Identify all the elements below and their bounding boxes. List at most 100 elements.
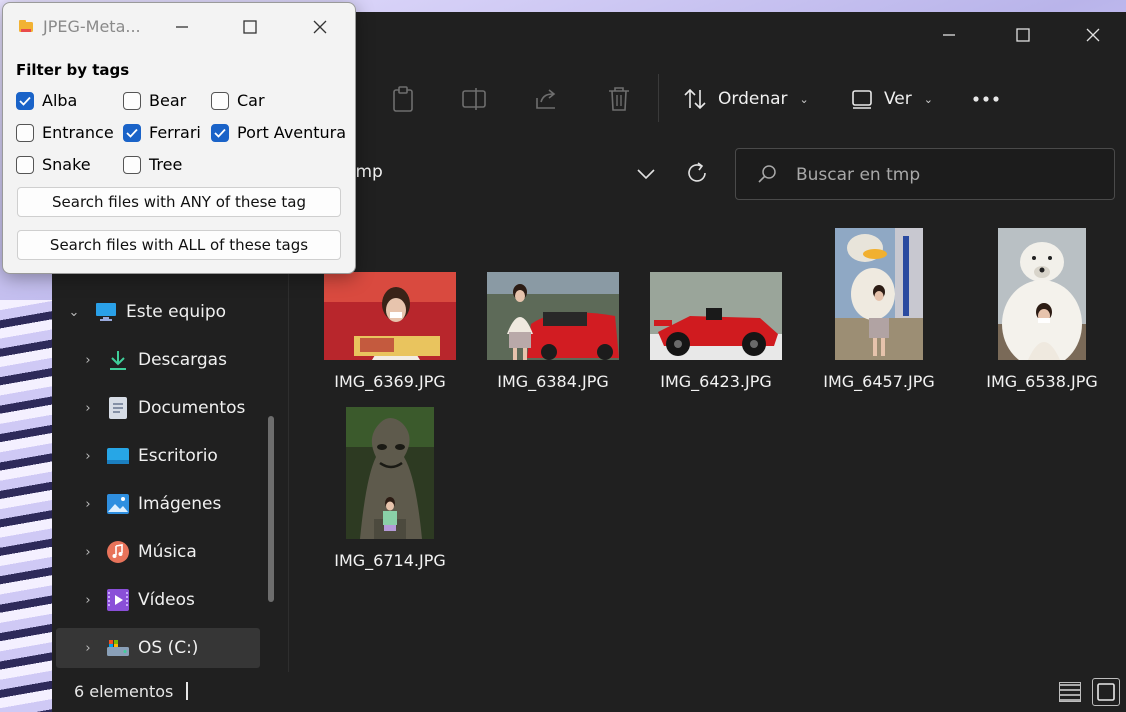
checkbox[interactable] xyxy=(16,155,34,174)
tag-checkbox-car[interactable]: Car xyxy=(211,91,265,110)
nav-item-este-equipo[interactable]: ⌄ Este equipo xyxy=(66,292,274,332)
chevron-right-icon[interactable]: › xyxy=(80,449,96,464)
drive-icon xyxy=(106,636,130,660)
checkbox[interactable] xyxy=(16,91,34,110)
search-any-tags-button[interactable]: Search files with ANY of these tag xyxy=(17,187,341,217)
checkbox[interactable] xyxy=(123,91,141,110)
tag-checkbox-tree[interactable]: Tree xyxy=(123,155,182,174)
address-history-chevron-icon[interactable] xyxy=(634,162,658,186)
view-icon xyxy=(852,90,872,109)
tag-checkbox-entrance[interactable]: Entrance xyxy=(16,123,114,142)
checkmark-icon xyxy=(126,128,138,138)
file-name[interactable]: IMG_6457.JPG xyxy=(794,372,964,391)
rename-button[interactable] xyxy=(458,82,492,116)
checkbox[interactable] xyxy=(211,91,229,110)
minimize-icon xyxy=(176,26,188,28)
file-thumbnail[interactable] xyxy=(650,272,782,360)
nav-item-imagenes[interactable]: › Imágenes xyxy=(80,484,288,524)
search-input[interactable] xyxy=(794,161,1098,189)
nav-item-label: Descargas xyxy=(138,350,227,370)
item-count: 6 elementos xyxy=(74,682,174,701)
view-label: Ver xyxy=(884,89,912,109)
chevron-right-icon[interactable]: › xyxy=(80,641,96,656)
share-button[interactable] xyxy=(530,82,564,116)
tag-filter-dialog: JPEG-Meta... Filter by tags Alba Bear Ca… xyxy=(2,2,356,274)
refresh-icon[interactable] xyxy=(684,160,710,186)
close-icon xyxy=(1086,28,1100,42)
tag-label: Port Aventura xyxy=(237,123,347,142)
file-name[interactable]: IMG_6384.JPG xyxy=(468,372,638,391)
download-icon xyxy=(106,348,130,372)
music-icon xyxy=(106,540,130,564)
large-icons-view-button[interactable] xyxy=(1092,678,1120,706)
nav-item-documentos[interactable]: › Documentos xyxy=(80,388,288,428)
document-icon xyxy=(106,396,130,420)
tag-label: Alba xyxy=(42,91,78,110)
more-options-button[interactable] xyxy=(972,82,1000,116)
nav-item-os-c[interactable]: › OS (C:) xyxy=(56,628,260,668)
checkbox[interactable] xyxy=(16,123,34,142)
nav-item-descargas[interactable]: › Descargas xyxy=(80,340,288,380)
chevron-down-icon[interactable]: ⌄ xyxy=(66,305,82,320)
file-name[interactable]: IMG_6423.JPG xyxy=(631,372,801,391)
chevron-right-icon[interactable]: › xyxy=(80,401,96,416)
nav-item-label: Música xyxy=(138,542,197,562)
nav-item-label: Este equipo xyxy=(126,302,227,322)
tag-checkbox-port-aventura[interactable]: Port Aventura xyxy=(211,123,346,142)
dialog-maximize-button[interactable] xyxy=(227,11,273,43)
share-icon xyxy=(536,89,556,109)
chevron-right-icon[interactable]: › xyxy=(80,593,96,608)
search-box[interactable] xyxy=(735,148,1115,200)
chevron-right-icon[interactable]: › xyxy=(80,353,96,368)
file-thumbnail[interactable] xyxy=(998,228,1086,360)
rename-icon xyxy=(462,88,486,110)
checkbox[interactable] xyxy=(211,123,229,142)
dialog-close-button[interactable] xyxy=(297,11,343,43)
tag-label: Snake xyxy=(42,155,91,174)
nav-scrollbar-thumb[interactable] xyxy=(268,416,274,602)
desktop-icon xyxy=(106,444,130,468)
minimize-button[interactable] xyxy=(926,18,972,52)
large-icons-view-icon xyxy=(1097,683,1115,701)
chevron-right-icon[interactable]: › xyxy=(80,545,96,560)
nav-item-label: Imágenes xyxy=(138,494,222,514)
sort-label: Ordenar xyxy=(718,89,788,109)
dialog-minimize-button[interactable] xyxy=(159,11,205,43)
sort-button[interactable]: Ordenar ⌄ xyxy=(682,82,809,116)
view-button[interactable]: Ver ⌄ xyxy=(850,82,933,116)
file-thumbnail[interactable] xyxy=(487,272,619,360)
close-button[interactable] xyxy=(1070,18,1116,52)
filter-heading: Filter by tags xyxy=(16,61,130,79)
tag-checkbox-snake[interactable]: Snake xyxy=(16,155,91,174)
search-all-tags-button[interactable]: Search files with ALL of these tags xyxy=(17,230,341,260)
file-name[interactable]: IMG_6369.JPG xyxy=(305,372,475,391)
tag-label: Tree xyxy=(149,155,183,174)
tag-checkbox-ferrari[interactable]: Ferrari xyxy=(123,123,201,142)
maximize-icon xyxy=(1016,28,1030,42)
paste-button[interactable] xyxy=(386,82,420,116)
nav-item-musica[interactable]: › Música xyxy=(80,532,288,572)
checkbox[interactable] xyxy=(123,155,141,174)
tag-label: Car xyxy=(237,91,265,110)
tag-label: Entrance xyxy=(42,123,114,142)
checkbox[interactable] xyxy=(123,123,141,142)
file-thumbnail[interactable] xyxy=(835,228,923,360)
chevron-right-icon[interactable]: › xyxy=(80,497,96,512)
maximize-button[interactable] xyxy=(1000,18,1046,52)
computer-icon xyxy=(94,300,118,324)
file-name[interactable]: IMG_6714.JPG xyxy=(305,551,475,570)
nav-item-videos[interactable]: › Vídeos xyxy=(80,580,288,620)
file-name[interactable]: IMG_6538.JPG xyxy=(957,372,1126,391)
chevron-down-icon: ⌄ xyxy=(799,92,809,106)
chevron-down-icon: ⌄ xyxy=(923,92,933,106)
details-view-button[interactable] xyxy=(1056,678,1084,706)
nav-item-escritorio[interactable]: › Escritorio xyxy=(80,436,288,476)
tag-checkbox-bear[interactable]: Bear xyxy=(123,91,186,110)
file-thumbnail[interactable] xyxy=(346,407,434,539)
trash-icon xyxy=(609,87,629,111)
tag-checkbox-alba[interactable]: Alba xyxy=(16,91,77,110)
tag-label: Bear xyxy=(149,91,187,110)
delete-button[interactable] xyxy=(602,82,636,116)
file-thumbnail[interactable] xyxy=(324,272,456,360)
close-icon xyxy=(313,20,327,34)
